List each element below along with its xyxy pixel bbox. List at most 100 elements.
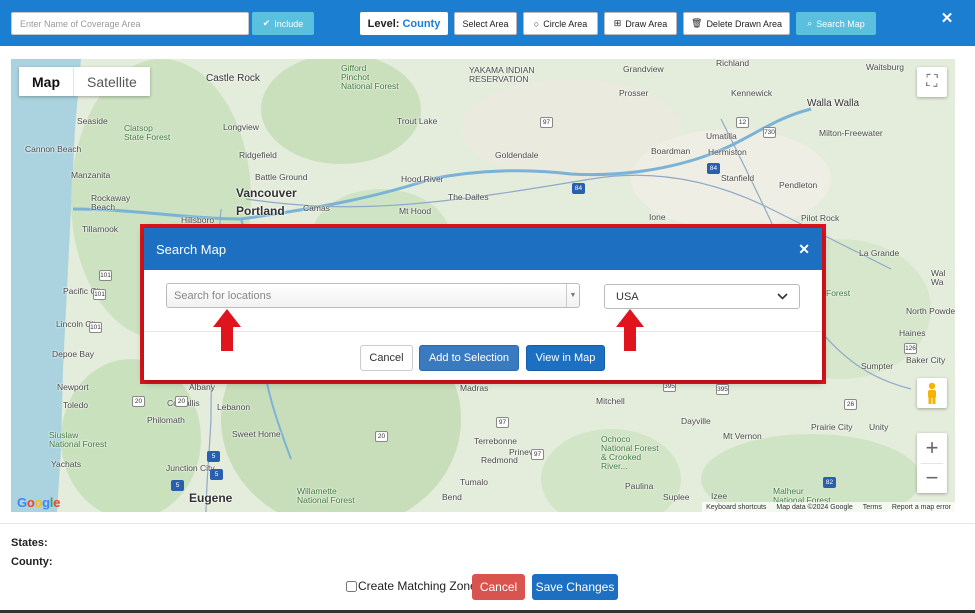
- google-logo-letter: o: [34, 495, 43, 510]
- route-shield: 26: [844, 399, 857, 410]
- circle-area-button[interactable]: ○ Circle Area: [523, 12, 598, 35]
- dialog-footer: Cancel Add to Selection View in Map: [144, 332, 822, 380]
- route-shield: 101: [89, 322, 102, 333]
- terms-link[interactable]: Terms: [863, 504, 882, 511]
- map-place-label: Depoe Bay: [52, 349, 95, 359]
- tab-map[interactable]: Map: [19, 67, 74, 96]
- level-value: County: [402, 17, 441, 30]
- draw-area-label: Draw Area: [625, 18, 668, 29]
- create-matching-zone[interactable]: Create Matching Zone: [346, 578, 477, 594]
- map-place-label: Paulina: [625, 481, 654, 491]
- map-place-label: Redmond: [481, 455, 518, 465]
- divider: [0, 523, 975, 524]
- location-search-input[interactable]: Search for locations ▼: [166, 283, 580, 308]
- route-shield: 20: [175, 396, 188, 407]
- map-attribution: Keyboard shortcuts Map data ©2024 Google…: [702, 502, 955, 512]
- dialog-cancel-button[interactable]: Cancel: [360, 345, 413, 371]
- route-shield: 5: [210, 469, 223, 480]
- select-area-label: Select Area: [462, 18, 509, 29]
- route-shield: 126: [904, 343, 917, 354]
- map-place-label: Yachats: [51, 459, 82, 469]
- plus-square-icon: ⊞: [613, 18, 622, 28]
- map-place-label: Longview: [223, 122, 259, 132]
- keyboard-shortcuts-link[interactable]: Keyboard shortcuts: [706, 504, 766, 511]
- route-shield: 84: [572, 183, 585, 194]
- save-changes-button[interactable]: Save Changes: [532, 574, 618, 600]
- map-place-label: Hermiston: [708, 147, 747, 157]
- map-place-label: Dayville: [681, 416, 711, 426]
- map-place-label: Walla Walla: [807, 98, 860, 109]
- delete-drawn-area-button[interactable]: 🗑 Delete Drawn Area: [683, 12, 790, 35]
- map-place-label: Haines: [899, 328, 926, 338]
- map-place-label: Terrebonne: [474, 436, 518, 446]
- map-place-label: Ridgefield: [239, 150, 277, 160]
- search-icon: ⌕: [807, 18, 813, 28]
- country-select-value: USA: [616, 290, 639, 303]
- map-place-label: Pendleton: [779, 180, 818, 190]
- zoom-in-icon[interactable]: +: [917, 433, 947, 463]
- map-place-label: Waitsburg: [866, 62, 904, 72]
- map-place-label: Mitchell: [596, 396, 625, 406]
- map-place-label: Hood River: [401, 174, 444, 184]
- map-place-label: Bend: [442, 492, 462, 502]
- map-place-label: YAKAMA INDIAN RESERVATION: [469, 65, 535, 84]
- map-place-label: Siuslaw National Forest: [49, 430, 107, 449]
- close-icon[interactable]: ✕: [798, 241, 810, 258]
- map-place-label: Cannon Beach: [25, 144, 82, 154]
- map-place-label: North Powder: [906, 306, 955, 316]
- route-shield: 82: [823, 477, 836, 488]
- report-error-link[interactable]: Report a map error: [892, 504, 951, 511]
- google-logo-letter: g: [42, 495, 50, 510]
- map-place-label: Lebanon: [217, 402, 251, 412]
- route-shield: 5: [171, 480, 184, 491]
- map-place-label: Kennewick: [731, 88, 773, 98]
- chevron-down-icon[interactable]: ▼: [566, 284, 579, 307]
- google-logo-letter: e: [53, 495, 61, 510]
- states-label: States:: [11, 537, 48, 549]
- map-place-label: Mt Vernon: [723, 431, 762, 441]
- view-in-map-button[interactable]: View in Map: [526, 345, 605, 371]
- coverage-name-input[interactable]: [11, 12, 249, 35]
- map-place-label: Rockaway Beach: [91, 193, 131, 212]
- route-shield: 101: [93, 289, 106, 300]
- location-search-placeholder: Search for locations: [174, 289, 272, 302]
- search-map-label: Search Map: [816, 18, 865, 29]
- close-icon[interactable]: ✕: [938, 9, 956, 27]
- delete-drawn-area-label: Delete Drawn Area: [706, 18, 782, 29]
- map-place-label: Ione: [649, 212, 666, 222]
- route-shield: 730: [763, 127, 776, 138]
- select-area-button[interactable]: Select Area: [454, 12, 517, 35]
- fullscreen-icon[interactable]: ⛶: [917, 67, 947, 97]
- google-logo-letter: G: [17, 495, 27, 510]
- map-place-label: Goldendale: [495, 150, 539, 160]
- map-place-label: Vancouver: [236, 186, 297, 200]
- country-select[interactable]: USA: [604, 284, 800, 309]
- create-matching-zone-label: Create Matching Zone: [358, 579, 477, 593]
- add-to-selection-button[interactable]: Add to Selection: [419, 345, 519, 371]
- include-button[interactable]: ✔ Include: [252, 12, 314, 35]
- route-shield: 97: [540, 117, 553, 128]
- draw-area-button[interactable]: ⊞ Draw Area: [604, 12, 677, 35]
- tab-satellite[interactable]: Satellite: [74, 67, 150, 96]
- street-view-pegman-icon[interactable]: [917, 378, 947, 408]
- cancel-button[interactable]: Cancel: [472, 574, 525, 600]
- map-place-label: Toledo: [63, 400, 89, 410]
- map-data-credit: Map data ©2024 Google: [776, 503, 853, 511]
- chevron-down-icon: [777, 293, 788, 300]
- circle-area-label: Circle Area: [543, 18, 588, 29]
- search-map-button[interactable]: ⌕ Search Map: [796, 12, 876, 35]
- map-place-label: Gifford Pinchot National Forest: [341, 63, 399, 91]
- dialog-title: Search Map: [156, 241, 227, 257]
- map-place-label: Sweet Home: [232, 429, 281, 439]
- map-place-label: Stanfield: [721, 173, 755, 183]
- include-label: Include: [274, 18, 304, 29]
- map-place-label: Pilot Rock: [801, 213, 840, 223]
- map-place-label: Grandview: [623, 64, 664, 74]
- trash-icon: 🗑: [691, 18, 703, 28]
- map-place-label: Prosser: [619, 88, 649, 98]
- map-place-label: Sumpter: [861, 361, 894, 371]
- level-label: Level:: [367, 17, 400, 30]
- zoom-out-icon[interactable]: −: [917, 464, 947, 494]
- create-matching-zone-checkbox[interactable]: [346, 580, 357, 592]
- route-shield: 97: [531, 449, 544, 460]
